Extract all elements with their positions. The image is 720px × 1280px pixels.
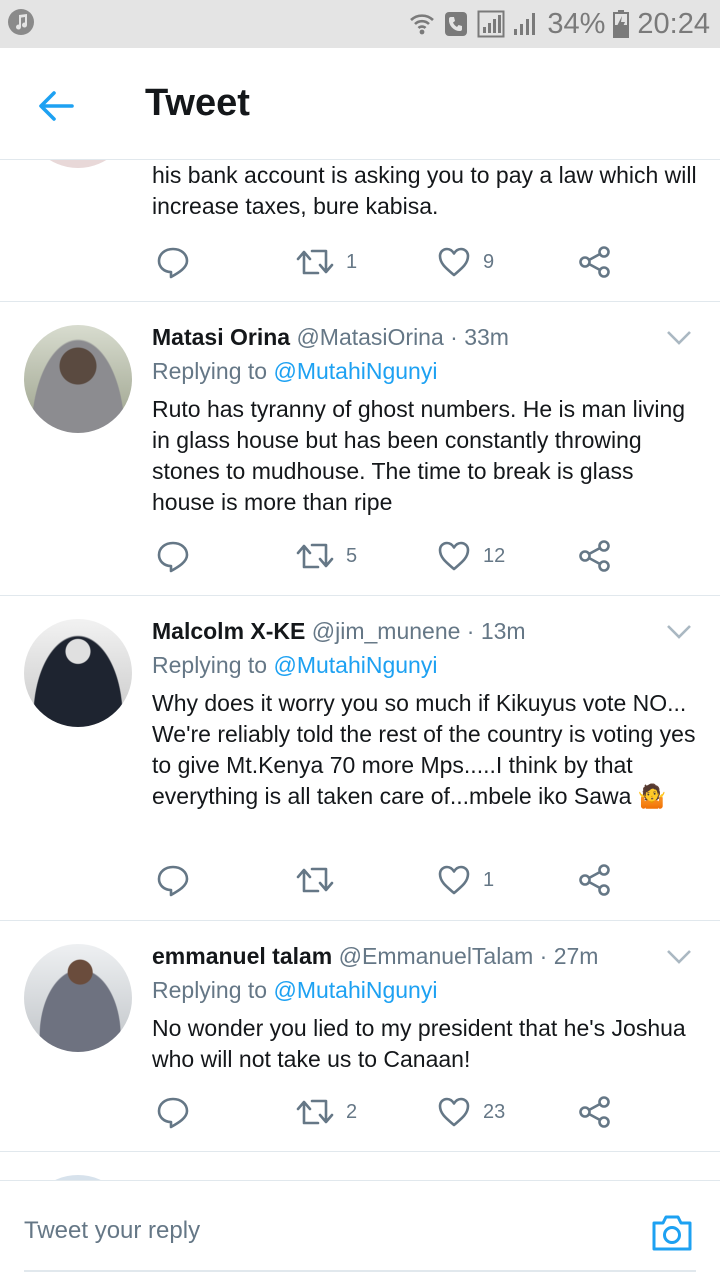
- replying-to-handle[interactable]: @MutahiNgunyi: [273, 652, 437, 678]
- heart-icon: [438, 865, 470, 895]
- replying-to-label: Replying to: [152, 358, 268, 384]
- chevron-down-icon[interactable]: [666, 330, 692, 346]
- music-notification-icon: [8, 9, 34, 35]
- avatar[interactable]: [24, 944, 132, 1052]
- reply-icon: [157, 247, 189, 279]
- replying-to: Replying to @MutahiNgunyi: [152, 977, 437, 1004]
- replying-to-handle[interactable]: @MutahiNgunyi: [273, 358, 437, 384]
- heart-icon: [438, 1097, 470, 1127]
- share-icon: [579, 864, 610, 896]
- retweet-button[interactable]: [296, 860, 346, 900]
- back-arrow-icon: [39, 91, 74, 121]
- tweet-item[interactable]: [0, 1152, 720, 1180]
- status-bar: 34% 20:24: [0, 0, 720, 48]
- like-button[interactable]: 23: [437, 1092, 505, 1132]
- reply-icon: [157, 1097, 189, 1129]
- back-button[interactable]: [34, 84, 78, 128]
- tweet-actions: 2 23: [152, 1092, 622, 1132]
- reply-button[interactable]: [156, 242, 190, 282]
- replying-to-label: Replying to: [152, 977, 268, 1003]
- display-name[interactable]: Matasi Orina: [152, 324, 290, 350]
- camera-icon: [652, 1215, 692, 1251]
- retweet-icon: [296, 1099, 334, 1125]
- camera-button[interactable]: [650, 1213, 694, 1253]
- retweet-button[interactable]: 1: [296, 242, 357, 282]
- like-count: 9: [483, 250, 495, 273]
- like-button[interactable]: 1: [437, 860, 494, 900]
- handle-and-time: @EmmanuelTalam · 27m: [338, 943, 599, 969]
- signal-icon-1: [477, 10, 505, 38]
- handle-and-time: @jim_munene · 13m: [311, 618, 526, 644]
- tweet-header: Matasi Orina @MatasiOrina · 33m: [152, 324, 509, 351]
- reply-button[interactable]: [156, 1092, 190, 1132]
- phone-call-icon: [445, 12, 468, 36]
- battery-percentage: 34%: [547, 7, 606, 40]
- chevron-down-icon[interactable]: [666, 624, 692, 640]
- like-count: 23: [483, 1100, 506, 1123]
- retweet-icon: [296, 867, 334, 893]
- heart-icon: [438, 247, 470, 277]
- heart-icon: [438, 541, 470, 571]
- retweet-button[interactable]: 5: [296, 536, 357, 576]
- page-title: Tweet: [145, 82, 250, 124]
- tweet-item[interactable]: his bank account is asking you to pay a …: [0, 160, 720, 302]
- tweet-item[interactable]: Malcolm X-KE @jim_munene · 13m Replying …: [0, 596, 720, 921]
- tweet-header: Malcolm X-KE @jim_munene · 13m: [152, 618, 526, 645]
- avatar[interactable]: [24, 160, 132, 168]
- tweet-text: No wonder you lied to my president that …: [152, 1015, 686, 1072]
- share-button[interactable]: [578, 536, 612, 576]
- replying-to: Replying to @MutahiNgunyi: [152, 358, 437, 385]
- reply-input[interactable]: Tweet your reply: [24, 1217, 200, 1245]
- like-button[interactable]: 12: [437, 536, 505, 576]
- reply-button[interactable]: [156, 536, 190, 576]
- share-icon: [579, 246, 610, 278]
- handle-and-time: @MatasiOrina · 33m: [296, 324, 509, 350]
- replying-to-label: Replying to: [152, 652, 268, 678]
- replies-feed[interactable]: his bank account is asking you to pay a …: [0, 160, 720, 1180]
- avatar[interactable]: [24, 619, 132, 727]
- status-icons: 34% 20:24: [409, 6, 710, 42]
- retweet-icon: [296, 249, 334, 275]
- avatar[interactable]: [24, 325, 132, 433]
- tweet-text: Ruto has tyranny of ghost numbers. He is…: [152, 396, 686, 515]
- replying-to: Replying to @MutahiNgunyi: [152, 652, 437, 679]
- signal-icon-2: [514, 13, 536, 35]
- wifi-icon: [410, 14, 435, 35]
- reply-button[interactable]: [156, 860, 190, 900]
- retweet-button[interactable]: 2: [296, 1092, 357, 1132]
- tweet-text: Why does it worry you so much if Kikuyus…: [152, 690, 696, 809]
- share-button[interactable]: [578, 242, 612, 282]
- top-app-bar: Tweet: [0, 48, 720, 160]
- tweet-header: emmanuel talam @EmmanuelTalam · 27m: [152, 943, 598, 970]
- reply-composer[interactable]: Tweet your reply: [0, 1180, 720, 1280]
- share-button[interactable]: [578, 860, 612, 900]
- retweet-icon: [296, 543, 334, 569]
- like-count: 1: [483, 868, 495, 891]
- chevron-down-icon[interactable]: [666, 949, 692, 965]
- retweet-count: 1: [346, 250, 358, 273]
- tweet-actions: 1: [152, 860, 622, 900]
- tweet-actions: 1 9: [152, 242, 622, 282]
- reply-input-underline: [24, 1270, 696, 1272]
- share-icon: [579, 540, 610, 572]
- replying-to-handle[interactable]: @MutahiNgunyi: [273, 977, 437, 1003]
- display-name[interactable]: Malcolm X-KE: [152, 618, 305, 644]
- retweet-count: 5: [346, 544, 358, 567]
- display-name[interactable]: emmanuel talam: [152, 943, 332, 969]
- like-count: 12: [483, 544, 506, 567]
- retweet-count: 2: [346, 1100, 358, 1123]
- tweet-text: his bank account is asking you to pay a …: [152, 162, 697, 219]
- tweet-item[interactable]: emmanuel talam @EmmanuelTalam · 27m Repl…: [0, 921, 720, 1152]
- like-button[interactable]: 9: [437, 242, 494, 282]
- reply-icon: [157, 865, 189, 897]
- reply-icon: [157, 541, 189, 573]
- clock: 20:24: [637, 7, 710, 40]
- tweet-item[interactable]: Matasi Orina @MatasiOrina · 33m Replying…: [0, 302, 720, 596]
- battery-charging-icon: [613, 10, 630, 38]
- tweet-actions: 5 12: [152, 536, 622, 576]
- share-button[interactable]: [578, 1092, 612, 1132]
- share-icon: [579, 1096, 610, 1128]
